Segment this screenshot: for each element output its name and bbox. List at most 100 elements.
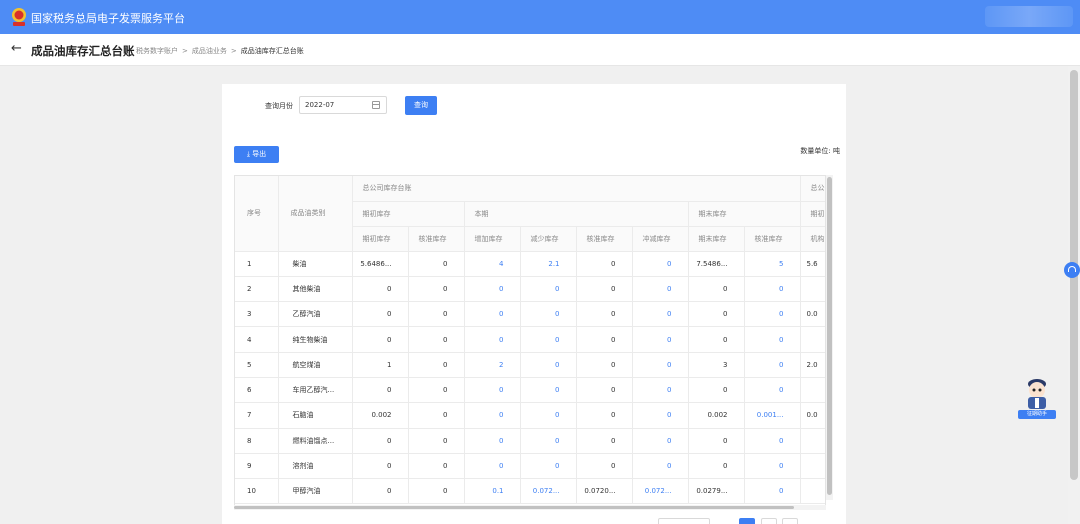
- cell: 3: [688, 352, 745, 378]
- cell[interactable]: 0.1: [464, 478, 521, 505]
- cell: 0: [408, 301, 465, 328]
- query-button[interactable]: 查询: [405, 96, 437, 115]
- cell[interactable]: 0: [632, 352, 689, 378]
- cell[interactable]: 0.001...: [744, 402, 801, 429]
- table-row: 7 石脑油 0.002 0 0 0 0 0 0.002 0.001... 0.0: [235, 402, 825, 429]
- cell[interactable]: 0: [744, 301, 801, 328]
- table-row: 8 燃料油馏点... 0 0 0 0 0 0 0 0: [235, 428, 825, 454]
- cell[interactable]: 0: [632, 301, 689, 328]
- breadcrumb: 税务数字账户 > 成品油业务 > 成品油库存汇总台账: [136, 46, 304, 56]
- header-closing: 期末库存: [688, 201, 801, 227]
- cell[interactable]: 0: [744, 352, 801, 378]
- cell[interactable]: 0.072...: [632, 478, 689, 505]
- table-vertical-scrollbar[interactable]: [826, 175, 833, 500]
- cell[interactable]: 0: [520, 402, 577, 429]
- query-month-picker[interactable]: 2022-07: [299, 96, 387, 114]
- cell[interactable]: 0: [632, 326, 689, 353]
- cell[interactable]: 0.072...: [520, 478, 577, 505]
- header-col-1: 核准库存: [408, 226, 465, 252]
- row-seq: 5: [235, 352, 279, 378]
- cell: 0: [408, 453, 465, 480]
- cell: 1: [352, 352, 409, 378]
- header-group-right: 总公: [800, 176, 825, 202]
- cell[interactable]: 0: [520, 453, 577, 480]
- header-seq: 序号: [235, 176, 279, 252]
- cell: [800, 478, 825, 505]
- export-button[interactable]: ⤓ 导出: [234, 146, 279, 163]
- cell[interactable]: 0: [520, 352, 577, 378]
- cell[interactable]: 0: [464, 326, 521, 353]
- cell: 0: [576, 402, 633, 429]
- cell[interactable]: 0: [632, 251, 689, 277]
- cell[interactable]: 0: [632, 377, 689, 404]
- page-button[interactable]: [782, 518, 798, 524]
- cell: 0: [576, 453, 633, 480]
- cell: 5.6: [800, 251, 825, 277]
- table-row: 1 柴油 5.6486... 0 4 2.1 0 0 7.5486... 5 5.6: [235, 251, 825, 277]
- cell[interactable]: 0: [632, 402, 689, 429]
- page-scrollbar[interactable]: [1068, 66, 1080, 524]
- cell[interactable]: 0: [464, 453, 521, 480]
- table-row: 9 溶剂油 0 0 0 0 0 0 0 0: [235, 453, 825, 480]
- assistant-widget[interactable]: 征期助手: [1018, 374, 1056, 420]
- user-info[interactable]: [985, 6, 1073, 27]
- cell[interactable]: 0: [464, 377, 521, 404]
- header-col-0: 期初库存: [352, 226, 409, 252]
- cell: 7.5486...: [688, 251, 745, 277]
- cell[interactable]: 0: [632, 276, 689, 303]
- cell[interactable]: 0: [744, 428, 801, 454]
- table-row: 6 车用乙醇汽... 0 0 0 0 0 0 0 0: [235, 377, 825, 404]
- cell[interactable]: 0: [632, 453, 689, 480]
- cell[interactable]: 0: [520, 428, 577, 454]
- header-col-3: 减少库存: [520, 226, 577, 252]
- cell[interactable]: 2: [464, 352, 521, 378]
- cell[interactable]: 0: [464, 301, 521, 328]
- row-seq: 1: [235, 251, 279, 277]
- cell: [800, 428, 825, 454]
- top-bar: 国家税务总局电子发票服务平台: [0, 0, 1080, 34]
- cell: 0.0: [800, 402, 825, 429]
- cell[interactable]: 0: [520, 276, 577, 303]
- cell: 0: [352, 276, 409, 303]
- row-seq: 9: [235, 453, 279, 480]
- cell: 0: [408, 352, 465, 378]
- cell[interactable]: 0: [520, 326, 577, 353]
- calendar-icon[interactable]: [372, 101, 380, 109]
- row-oil-type: 航空煤油: [278, 352, 353, 378]
- headset-icon[interactable]: [1064, 262, 1080, 278]
- cell[interactable]: 0: [520, 377, 577, 404]
- cell: 0.0279...: [688, 478, 745, 505]
- table-horizontal-scrollbar[interactable]: [234, 505, 826, 510]
- app-title: 国家税务总局电子发票服务平台: [31, 12, 185, 25]
- cell: 0: [688, 276, 745, 303]
- cell: 0: [408, 251, 465, 277]
- cell[interactable]: 0: [464, 276, 521, 303]
- cell[interactable]: 0: [744, 326, 801, 353]
- cell[interactable]: 0: [744, 453, 801, 480]
- cell: 0: [688, 326, 745, 353]
- cell[interactable]: 0: [744, 478, 801, 505]
- page-button[interactable]: [761, 518, 777, 524]
- cell[interactable]: 5: [744, 251, 801, 277]
- cell: [800, 453, 825, 480]
- page-size-select[interactable]: [658, 518, 710, 524]
- main-card: 查询月份 2022-07 查询 ⤓ 导出 数量单位: 吨 序号 成品油类别 总公…: [222, 84, 846, 524]
- cell: 0: [576, 326, 633, 353]
- row-seq: 4: [235, 326, 279, 353]
- cell[interactable]: 0: [520, 301, 577, 328]
- breadcrumb-item-oil-business[interactable]: 成品油业务: [192, 47, 227, 55]
- cell[interactable]: 2.1: [520, 251, 577, 277]
- cell[interactable]: 0: [744, 377, 801, 404]
- cell[interactable]: 0: [464, 428, 521, 454]
- page-button[interactable]: [739, 518, 755, 524]
- row-seq: 6: [235, 377, 279, 404]
- cell: 0.002: [352, 402, 409, 429]
- back-arrow-icon[interactable]: ←: [11, 42, 22, 56]
- breadcrumb-item-digital-account[interactable]: 税务数字账户: [136, 47, 178, 55]
- cell[interactable]: 0: [744, 276, 801, 303]
- cell[interactable]: 0: [464, 402, 521, 429]
- cell[interactable]: 4: [464, 251, 521, 277]
- cell[interactable]: 0: [632, 428, 689, 454]
- tax-emblem-icon: [12, 8, 26, 26]
- breadcrumb-separator: >: [182, 47, 188, 55]
